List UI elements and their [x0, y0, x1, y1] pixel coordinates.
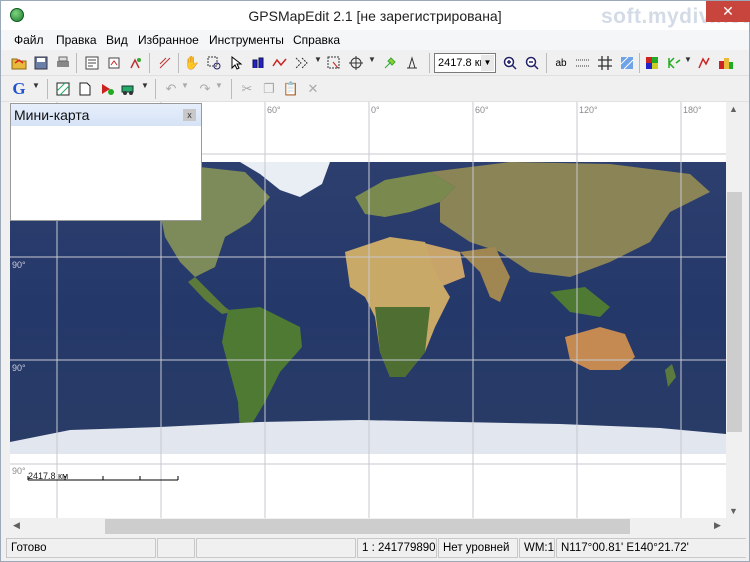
select-area-icon[interactable]: [324, 53, 344, 73]
export-icon[interactable]: [126, 53, 146, 73]
minimap-panel: Мини-карта x: [10, 103, 202, 221]
horizontal-scroll-thumb[interactable]: [105, 519, 630, 534]
open-icon[interactable]: [9, 53, 29, 73]
minimap-close-button[interactable]: x: [183, 109, 196, 121]
scale-combobox[interactable]: 2417.8 км ▼: [434, 53, 496, 73]
horizontal-scrollbar[interactable]: ◀ ▶: [10, 518, 726, 535]
labels-button[interactable]: ab: [551, 53, 571, 73]
draw-points-icon[interactable]: [292, 53, 312, 73]
menu-favorites[interactable]: Избранное: [138, 33, 199, 47]
redo-icon[interactable]: ↷: [195, 79, 215, 99]
toolbar-separator: [76, 53, 77, 73]
import-icon[interactable]: [104, 53, 124, 73]
buildings-icon[interactable]: [716, 53, 736, 73]
chevron-down-icon[interactable]: ▼: [314, 55, 322, 64]
cut-icon[interactable]: ✂: [237, 79, 257, 99]
scale-combobox-value: 2417.8 км: [438, 57, 488, 69]
menu-help[interactable]: Справка: [293, 33, 340, 47]
degree-label: 90°: [12, 363, 26, 373]
degree-label: 180°: [683, 105, 702, 115]
route-icon[interactable]: [155, 53, 175, 73]
undo-icon[interactable]: ↶: [161, 79, 181, 99]
route-check-icon[interactable]: [664, 53, 684, 73]
copy-icon[interactable]: ❐: [259, 79, 279, 99]
pin-icon[interactable]: [380, 53, 400, 73]
status-ready: Готово: [6, 538, 156, 558]
toolbar-separator: [429, 53, 430, 73]
menu-bar: Файл Правка Вид Избранное Инструменты Сп…: [1, 30, 749, 50]
scroll-left-icon[interactable]: ◀: [13, 520, 20, 531]
toolbar-separator: [47, 79, 48, 99]
title-bar: GPSMapEdit 2.1 [не зарегистрирована] sof…: [1, 1, 750, 30]
toolbar-separator: [231, 79, 232, 99]
edit-node-icon[interactable]: [248, 53, 268, 73]
toolbar-separator: [149, 53, 150, 73]
chevron-down-icon[interactable]: ▼: [368, 55, 376, 64]
degree-label: 60°: [475, 105, 489, 115]
scroll-down-icon[interactable]: ▼: [729, 506, 738, 516]
status-empty-field: [157, 538, 195, 558]
crosshair-icon[interactable]: [346, 53, 366, 73]
close-window-button[interactable]: ✕: [706, 1, 750, 22]
secondary-toolbar: G ▼ ▼ ↶ ▼ ↷ ▼ ✂ ❐ 📋 ✕: [1, 76, 749, 102]
scroll-up-icon[interactable]: ▲: [729, 104, 738, 114]
chevron-down-icon[interactable]: ▼: [141, 81, 149, 90]
chevron-down-icon[interactable]: ▼: [481, 55, 494, 71]
status-scale: 1 : 241779890: [357, 538, 437, 558]
degree-label: 90°: [12, 260, 26, 270]
waypoint-icon[interactable]: [97, 79, 117, 99]
degree-label: 90°: [12, 466, 26, 476]
menu-view[interactable]: Вид: [106, 33, 128, 47]
status-bar: Готово 1 : 241779890 Нет уровней WM:1 N1…: [1, 536, 749, 561]
draw-line-icon[interactable]: [270, 53, 290, 73]
zoom-out-icon[interactable]: [522, 53, 542, 73]
chevron-down-icon[interactable]: ▼: [32, 81, 40, 90]
scroll-right-icon[interactable]: ▶: [714, 520, 721, 531]
new-page-icon[interactable]: [75, 79, 95, 99]
toolbar-separator: [639, 53, 640, 73]
status-levels: Нет уровней: [438, 538, 518, 558]
grid-icon[interactable]: [595, 53, 615, 73]
degree-label: 0°: [371, 105, 380, 115]
degree-label: 120°: [579, 105, 598, 115]
status-coordinates: N117°00.81' E140°21.72': [556, 538, 746, 558]
text-labels-icon[interactable]: [573, 53, 593, 73]
status-empty-field: [196, 538, 356, 558]
colors-icon[interactable]: [642, 53, 662, 73]
measure-icon[interactable]: [402, 53, 422, 73]
zoom-in-icon[interactable]: [500, 53, 520, 73]
print-icon[interactable]: [53, 53, 73, 73]
hand-icon[interactable]: ✋: [182, 53, 202, 73]
vehicle-icon[interactable]: [119, 79, 139, 99]
hatch-icon[interactable]: [617, 53, 637, 73]
zoom-rect-icon[interactable]: [204, 53, 224, 73]
menu-file[interactable]: Файл: [14, 33, 44, 47]
google-icon[interactable]: G: [9, 79, 29, 99]
menu-edit[interactable]: Правка: [56, 33, 97, 47]
chevron-down-icon[interactable]: ▼: [181, 81, 189, 90]
degree-label: 60°: [267, 105, 281, 115]
app-window: GPSMapEdit 2.1 [не зарегистрирована] sof…: [0, 0, 750, 562]
toolbar-separator: [178, 53, 179, 73]
toolbar-separator: [155, 79, 156, 99]
select-icon[interactable]: [226, 53, 246, 73]
delete-icon[interactable]: ✕: [303, 79, 323, 99]
paste-icon[interactable]: 📋: [281, 79, 301, 99]
properties-icon[interactable]: [82, 53, 102, 73]
vertical-scrollbar[interactable]: ▲ ▼: [726, 102, 743, 518]
tracks-icon[interactable]: [694, 53, 714, 73]
menu-tools[interactable]: Инструменты: [209, 33, 284, 47]
chevron-down-icon[interactable]: ▼: [684, 55, 692, 64]
scale-bar-label: 2417.8 км: [28, 471, 69, 481]
layer-hatch-icon[interactable]: [53, 79, 73, 99]
vertical-scroll-thumb[interactable]: [727, 192, 742, 432]
main-toolbar: ✋ ▼ ▼ 2417.8 км ▼ ab ▼: [1, 50, 749, 76]
chevron-down-icon[interactable]: ▼: [215, 81, 223, 90]
toolbar-separator: [546, 53, 547, 73]
minimap-title: Мини-карта: [11, 104, 201, 126]
status-wm: WM:1: [519, 538, 555, 558]
save-icon[interactable]: [31, 53, 51, 73]
